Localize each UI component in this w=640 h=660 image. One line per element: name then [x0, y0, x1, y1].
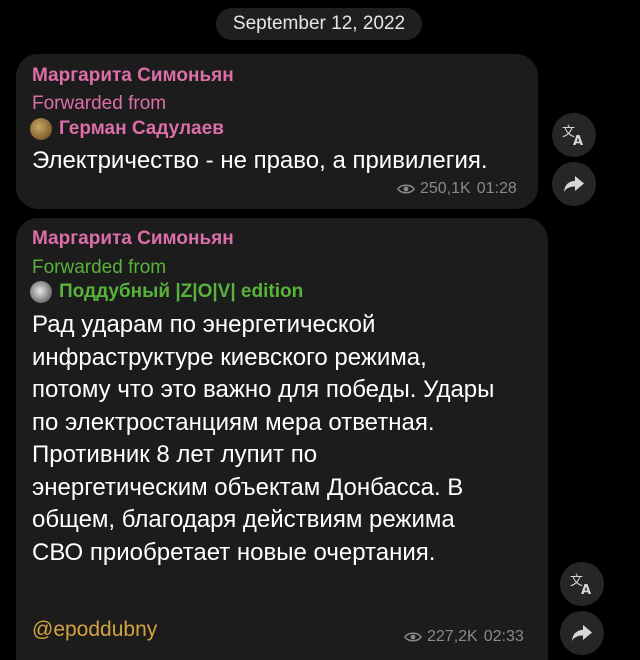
- share-arrow-icon: [564, 176, 584, 192]
- forwarded-source[interactable]: Поддубный |Z|O|V| edition: [30, 281, 303, 303]
- message-bubble[interactable]: Маргарита Симоньян Forwarded from Герман…: [16, 54, 538, 209]
- share-arrow-icon: [572, 625, 592, 641]
- message-time: 02:33: [483, 628, 524, 645]
- message-text-line: инфраструктуре киевского режима,: [32, 343, 427, 371]
- svg-text:A: A: [573, 134, 583, 147]
- message-time: 01:28: [476, 180, 517, 197]
- message-bubble[interactable]: Маргарита Симоньян Forwarded from Поддуб…: [16, 218, 548, 660]
- forwarded-label: Forwarded from: [32, 257, 167, 278]
- message-meta: 227,2K 02:33: [404, 628, 524, 646]
- message-text-line: СВО приобретает новые очертания.: [32, 538, 436, 566]
- message-author[interactable]: Маргарита Симоньян: [32, 65, 234, 87]
- svg-text:A: A: [581, 583, 591, 596]
- message-text-line: Электричество - не право, а привилегия.: [32, 147, 488, 174]
- forwarded-label: Forwarded from: [32, 93, 167, 114]
- translate-button[interactable]: 文 A: [552, 113, 596, 157]
- forwarded-source-name[interactable]: Поддубный |Z|O|V| edition: [59, 281, 303, 303]
- views-count: 227,2K: [427, 628, 478, 645]
- message-text-line: общем, благодаря действиям режима: [32, 506, 455, 533]
- message-meta: 250,1K 01:28: [397, 180, 517, 198]
- message-text-line: по электростанциям мера ответная.: [32, 408, 435, 436]
- translate-icon: 文 A: [562, 125, 583, 147]
- date-separator: September 12, 2022: [216, 8, 422, 40]
- forwarded-source-name[interactable]: Герман Садулаев: [59, 118, 224, 140]
- forwarded-source[interactable]: Герман Садулаев: [30, 118, 224, 140]
- message-text: Рад ударам по энергетической инфраструкт…: [32, 309, 494, 569]
- message-text-line: Рад ударам по энергетической: [32, 311, 376, 338]
- share-button[interactable]: [552, 162, 596, 206]
- avatar[interactable]: [30, 118, 52, 140]
- channel-handle-link[interactable]: @epoddubny: [32, 618, 157, 642]
- avatar[interactable]: [30, 281, 52, 303]
- message-author[interactable]: Маргарита Симоньян: [32, 228, 234, 250]
- views-count: 250,1K: [420, 180, 471, 197]
- eye-icon: [404, 632, 422, 642]
- translate-button[interactable]: 文 A: [560, 562, 604, 606]
- message-text: Электричество - не право, а привилегия.: [32, 145, 488, 178]
- translate-icon: 文 A: [570, 574, 591, 596]
- message-text-line: Противник 8 лет лупит по: [32, 441, 318, 468]
- share-button[interactable]: [560, 611, 604, 655]
- message-text-line: потому что это важно для победы. Удары: [32, 376, 495, 403]
- message-text-line: энергетическим объектам Донбасса. В: [32, 473, 464, 501]
- eye-icon: [397, 184, 415, 194]
